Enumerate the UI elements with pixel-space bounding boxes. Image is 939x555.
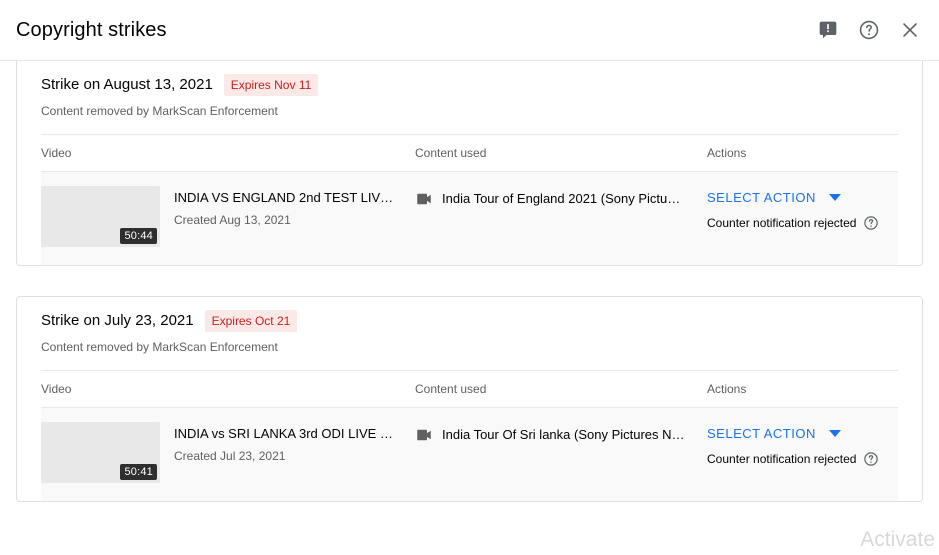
column-header-content-used: Content used bbox=[415, 382, 487, 396]
column-header-video: Video bbox=[41, 382, 72, 396]
video-cell: 50:44 INDIA VS ENGLAND 2nd TEST LIV… Cre… bbox=[41, 186, 415, 247]
column-header-video: Video bbox=[41, 146, 72, 160]
table-row: 50:41 INDIA vs SRI LANKA 3rd ODI LIVE … … bbox=[41, 408, 898, 501]
feedback-icon[interactable] bbox=[816, 18, 840, 42]
strikes-list[interactable]: Strike on August 13, 2021 Expires Nov 11… bbox=[0, 61, 939, 555]
page-title: Copyright strikes bbox=[16, 19, 167, 41]
status-text: Counter notification rejected bbox=[707, 216, 857, 230]
copyright-strikes-page: Copyright strikes Strike on August 13, 2… bbox=[0, 0, 939, 555]
header-actions bbox=[816, 18, 922, 42]
video-camera-icon bbox=[415, 426, 433, 444]
strike-card: Strike on July 23, 2021 Expires Oct 21 C… bbox=[16, 296, 923, 502]
video-cell: 50:41 INDIA vs SRI LANKA 3rd ODI LIVE … … bbox=[41, 422, 415, 483]
help-icon[interactable] bbox=[857, 18, 881, 42]
expires-badge: Expires Nov 11 bbox=[223, 74, 319, 96]
chevron-down-icon[interactable] bbox=[828, 194, 841, 201]
video-title[interactable]: INDIA VS ENGLAND 2nd TEST LIV… bbox=[174, 188, 393, 207]
video-text: INDIA vs SRI LANKA 3rd ODI LIVE … Create… bbox=[174, 422, 393, 465]
video-camera-icon bbox=[415, 190, 433, 208]
video-created-date: Created Jul 23, 2021 bbox=[174, 449, 286, 463]
table-header-row: Video Content used Actions bbox=[41, 370, 898, 408]
content-used-cell: India Tour of England 2021 (Sony Pictu… bbox=[415, 186, 707, 208]
strike-title-row: Strike on August 13, 2021 Expires Nov 11 bbox=[41, 74, 898, 96]
select-action-control[interactable]: SELECT ACTION bbox=[707, 188, 898, 207]
video-created-date: Created Aug 13, 2021 bbox=[174, 213, 291, 227]
content-used-cell: India Tour Of Sri lanka (Sony Pictures N… bbox=[415, 422, 707, 444]
video-duration-badge: 50:44 bbox=[120, 228, 157, 244]
table-row: 50:44 INDIA VS ENGLAND 2nd TEST LIV… Cre… bbox=[41, 172, 898, 265]
content-used-title[interactable]: India Tour Of Sri lanka (Sony Pictures N… bbox=[442, 425, 685, 444]
content-used-title[interactable]: India Tour of England 2021 (Sony Pictu… bbox=[442, 189, 680, 208]
chevron-down-icon[interactable] bbox=[828, 430, 841, 437]
select-action-button[interactable]: SELECT ACTION bbox=[707, 424, 816, 443]
video-thumbnail[interactable]: 50:41 bbox=[41, 422, 160, 483]
strike-subtitle: Content removed by MarkScan Enforcement bbox=[41, 104, 278, 118]
strike-title: Strike on July 23, 2021 bbox=[41, 312, 194, 329]
strike-card-header: Strike on August 13, 2021 Expires Nov 11… bbox=[41, 61, 898, 134]
strike-title: Strike on August 13, 2021 bbox=[41, 76, 213, 93]
select-action-control[interactable]: SELECT ACTION bbox=[707, 424, 898, 443]
counter-status-row: Counter notification rejected bbox=[707, 450, 898, 468]
strike-subtitle: Content removed by MarkScan Enforcement bbox=[41, 340, 278, 354]
video-title[interactable]: INDIA vs SRI LANKA 3rd ODI LIVE … bbox=[174, 424, 393, 443]
table-header-row: Video Content used Actions bbox=[41, 134, 898, 172]
select-action-button[interactable]: SELECT ACTION bbox=[707, 188, 816, 207]
strike-table: Video Content used Actions 50:44 INDIA V… bbox=[41, 134, 898, 265]
strike-title-row: Strike on July 23, 2021 Expires Oct 21 bbox=[41, 310, 898, 332]
video-text: INDIA VS ENGLAND 2nd TEST LIV… Created A… bbox=[174, 186, 393, 229]
status-text: Counter notification rejected bbox=[707, 452, 857, 466]
video-duration-badge: 50:41 bbox=[120, 464, 157, 480]
column-header-actions: Actions bbox=[707, 146, 747, 160]
help-circle-icon[interactable] bbox=[863, 451, 879, 467]
page-header: Copyright strikes bbox=[0, 0, 939, 61]
strike-card: Strike on August 13, 2021 Expires Nov 11… bbox=[16, 61, 923, 266]
counter-status-row: Counter notification rejected bbox=[707, 214, 898, 232]
video-thumbnail[interactable]: 50:44 bbox=[41, 186, 160, 247]
actions-cell: SELECT ACTION Counter notification rejec… bbox=[707, 186, 898, 232]
help-circle-icon[interactable] bbox=[863, 215, 879, 231]
strike-card-header: Strike on July 23, 2021 Expires Oct 21 C… bbox=[41, 297, 898, 370]
column-header-actions: Actions bbox=[707, 382, 747, 396]
close-icon[interactable] bbox=[898, 18, 922, 42]
expires-badge: Expires Oct 21 bbox=[204, 310, 298, 332]
actions-cell: SELECT ACTION Counter notification rejec… bbox=[707, 422, 898, 468]
strike-table: Video Content used Actions 50:41 INDIA v… bbox=[41, 370, 898, 501]
column-header-content-used: Content used bbox=[415, 146, 487, 160]
